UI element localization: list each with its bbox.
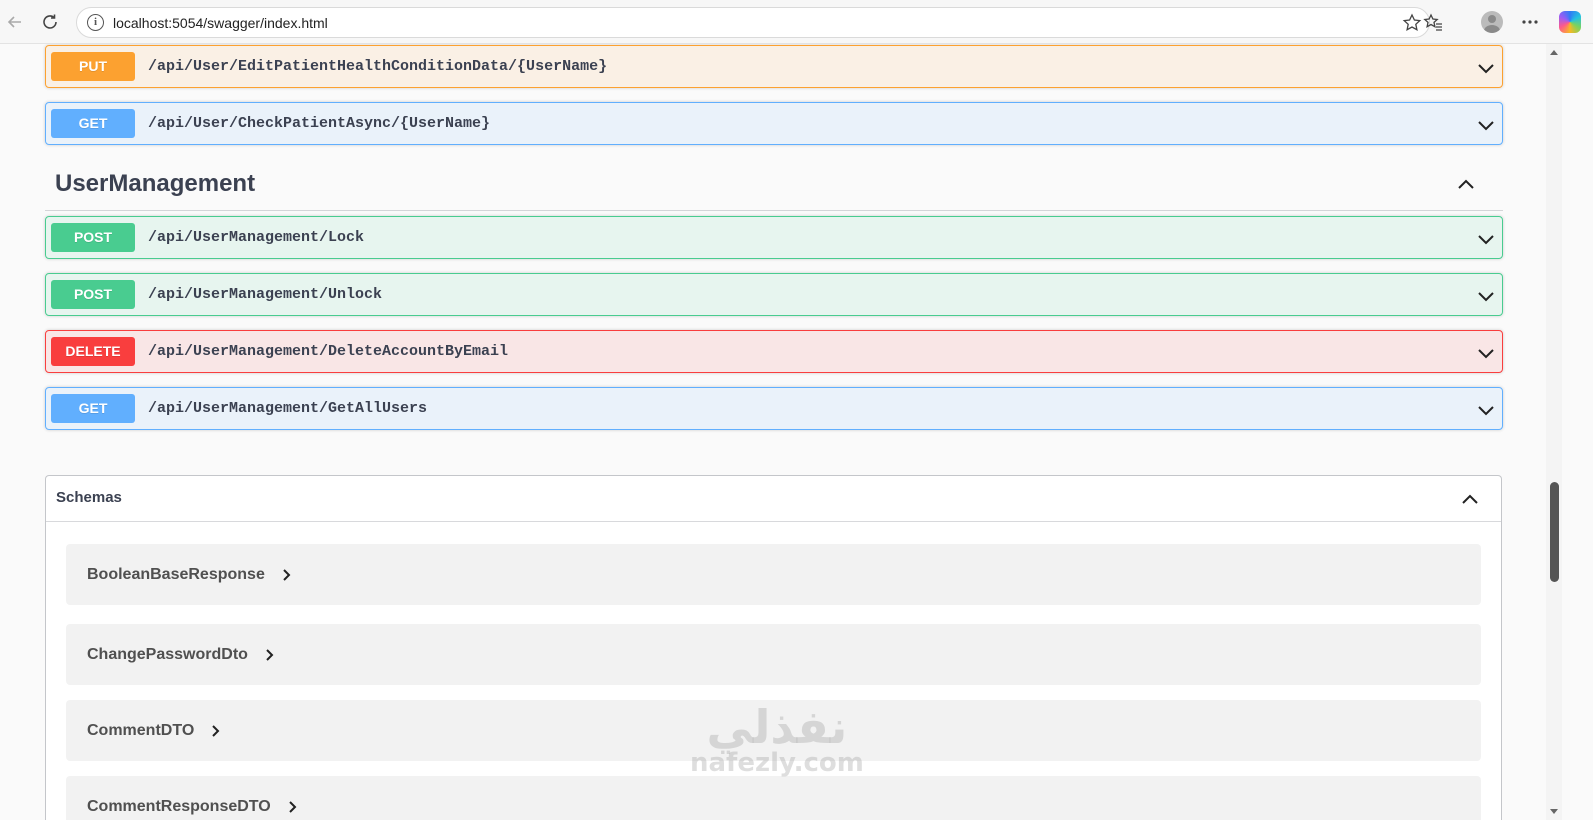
chevron-right-icon (283, 568, 291, 581)
reload-icon[interactable] (38, 10, 62, 34)
schemas-header[interactable]: Schemas (46, 476, 1501, 522)
tag-header-usermanagement[interactable]: UserManagement (45, 156, 1503, 211)
chevron-down-icon[interactable] (1476, 229, 1496, 249)
operation-path: /api/UserManagement/GetAllUsers (148, 400, 428, 417)
chevron-right-icon (289, 800, 297, 813)
operation-get-all-users[interactable]: GET /api/UserManagement/GetAllUsers (45, 387, 1503, 430)
model-name: BooleanBaseResponse (87, 565, 265, 583)
operation-path: /api/User/EditPatientHealthConditionData… (148, 58, 608, 75)
chevron-down-icon[interactable] (1476, 58, 1496, 78)
method-badge: GET (51, 394, 135, 423)
operation-path: /api/User/CheckPatientAsync/{UserName} (148, 115, 491, 132)
method-badge: PUT (51, 52, 135, 81)
chevron-down-icon[interactable] (1476, 115, 1496, 135)
method-badge: DELETE (51, 337, 135, 366)
model-name: CommentResponseDTO (87, 797, 271, 815)
model-name: CommentDTO (87, 721, 195, 739)
chevron-down-icon[interactable] (1476, 286, 1496, 306)
chevron-up-icon[interactable] (1459, 488, 1481, 510)
chevron-right-icon (212, 724, 220, 737)
swagger-content: PUT /api/User/EditPatientHealthCondition… (0, 44, 1562, 820)
copilot-icon[interactable] (1559, 11, 1581, 33)
vertical-scrollbar[interactable] (1546, 44, 1562, 820)
model-item[interactable]: CommentResponseDTO (66, 776, 1481, 820)
chevron-down-icon[interactable] (1476, 343, 1496, 363)
more-options-icon[interactable] (1518, 10, 1542, 34)
model-name: ChangePasswordDto (87, 645, 248, 663)
scroll-down-arrow-icon[interactable] (1550, 809, 1558, 814)
chevron-down-icon[interactable] (1476, 400, 1496, 420)
operation-path: /api/UserManagement/Unlock (148, 286, 383, 303)
operation-delete-account-by-email[interactable]: DELETE /api/UserManagement/DeleteAccount… (45, 330, 1503, 373)
tag-title: UserManagement (55, 170, 256, 197)
operation-path: /api/UserManagement/Lock (148, 229, 365, 246)
scrollbar-thumb[interactable] (1550, 482, 1559, 582)
watermark-arabic: نفذلي (706, 700, 848, 754)
site-info-icon[interactable]: i (87, 14, 104, 31)
favorites-icon[interactable] (1421, 10, 1445, 34)
operation-path: /api/UserManagement/DeleteAccountByEmail (148, 343, 509, 360)
scroll-up-arrow-icon[interactable] (1550, 50, 1558, 55)
chevron-up-icon[interactable] (1455, 173, 1477, 195)
method-badge: POST (51, 223, 135, 252)
method-badge: GET (51, 109, 135, 138)
favorite-star-icon[interactable] (1401, 12, 1423, 34)
browser-toolbar: i localhost:5054/swagger/index.html (0, 0, 1593, 44)
schemas-label: Schemas (56, 489, 122, 506)
model-item[interactable]: BooleanBaseResponse (66, 544, 1481, 605)
watermark-latin: nafezly.com (690, 748, 864, 778)
operation-put-edit-patient-health[interactable]: PUT /api/User/EditPatientHealthCondition… (45, 45, 1503, 88)
operation-get-check-patient[interactable]: GET /api/User/CheckPatientAsync/{UserNam… (45, 102, 1503, 145)
back-arrow-icon[interactable] (3, 10, 27, 34)
watermark: نفذلي nafezly.com (690, 700, 864, 778)
model-item[interactable]: ChangePasswordDto (66, 624, 1481, 685)
method-badge: POST (51, 280, 135, 309)
operation-post-unlock[interactable]: POST /api/UserManagement/Unlock (45, 273, 1503, 316)
profile-avatar[interactable] (1481, 11, 1503, 33)
address-bar[interactable]: i localhost:5054/swagger/index.html (76, 7, 1430, 38)
operation-post-lock[interactable]: POST /api/UserManagement/Lock (45, 216, 1503, 259)
chevron-right-icon (266, 648, 274, 661)
address-url: localhost:5054/swagger/index.html (113, 15, 328, 31)
